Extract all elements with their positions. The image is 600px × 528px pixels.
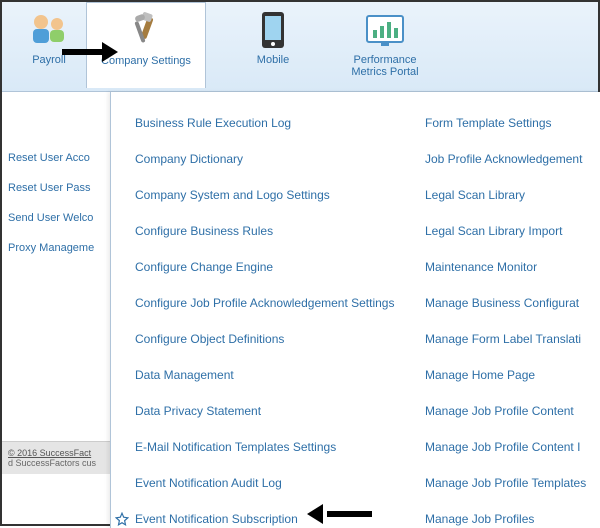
menu-business-rule-execution-log[interactable]: Business Rule Execution Log — [135, 116, 421, 130]
sidebar-link-reset-account[interactable]: Reset User Acco — [8, 152, 112, 164]
mobile-icon — [249, 10, 297, 50]
toolbar-label: Payroll — [32, 54, 66, 66]
menu-column-left: Business Rule Execution Log Company Dict… — [111, 116, 421, 528]
sidebar: Reset User Acco Reset User Pass Send Use… — [2, 97, 112, 272]
footer: © 2016 SuccessFact d SuccessFactors cus — [2, 441, 112, 474]
menu-company-system-logo-settings[interactable]: Company System and Logo Settings — [135, 188, 421, 202]
menu-configure-change-engine[interactable]: Configure Change Engine — [135, 260, 421, 274]
menu-event-notification-subscription[interactable]: Event Notification Subscription — [135, 512, 421, 526]
footer-copyright: © 2016 SuccessFact — [8, 448, 91, 458]
menu-manage-job-profile-content-i[interactable]: Manage Job Profile Content I — [425, 440, 600, 454]
menu-event-notification-audit-log[interactable]: Event Notification Audit Log — [135, 476, 421, 490]
toolbar-label: Mobile — [257, 54, 289, 66]
menu-company-dictionary[interactable]: Company Dictionary — [135, 152, 421, 166]
menu-manage-home-page[interactable]: Manage Home Page — [425, 368, 600, 382]
menu-manage-business-configuration[interactable]: Manage Business Configurat — [425, 296, 600, 310]
sidebar-link-reset-password[interactable]: Reset User Pass — [8, 182, 112, 194]
sidebar-link-send-welcome[interactable]: Send User Welco — [8, 212, 112, 224]
footer-line2: d SuccessFactors cus — [8, 458, 96, 468]
star-icon — [115, 512, 129, 526]
menu-manage-job-profile-content[interactable]: Manage Job Profile Content — [425, 404, 600, 418]
toolbar-mobile[interactable]: Mobile — [238, 2, 308, 88]
menu-legal-scan-library-import[interactable]: Legal Scan Library Import — [425, 224, 600, 238]
menu-data-management[interactable]: Data Management — [135, 368, 421, 382]
tools-icon — [122, 11, 170, 51]
menu-manage-form-label-translations[interactable]: Manage Form Label Translati — [425, 332, 600, 346]
menu-manage-job-profile-templates[interactable]: Manage Job Profile Templates — [425, 476, 600, 490]
menu-maintenance-monitor[interactable]: Maintenance Monitor — [425, 260, 600, 274]
menu-configure-business-rules[interactable]: Configure Business Rules — [135, 224, 421, 238]
menu-manage-job-profiles[interactable]: Manage Job Profiles — [425, 512, 600, 526]
toolbar-performance-metrics[interactable]: Performance Metrics Portal — [340, 2, 430, 88]
arrow-left-icon — [302, 506, 372, 524]
menu-configure-object-definitions[interactable]: Configure Object Definitions — [135, 332, 421, 346]
menu-form-template-settings[interactable]: Form Template Settings — [425, 116, 600, 130]
sidebar-link-proxy-management[interactable]: Proxy Manageme — [8, 242, 112, 254]
company-settings-dropdown: Business Rule Execution Log Company Dict… — [110, 92, 600, 528]
menu-job-profile-acknowledgement[interactable]: Job Profile Acknowledgement — [425, 152, 600, 166]
menu-email-notification-templates[interactable]: E-Mail Notification Templates Settings — [135, 440, 421, 454]
menu-legal-scan-library[interactable]: Legal Scan Library — [425, 188, 600, 202]
menu-column-right: Form Template Settings Job Profile Ackno… — [421, 116, 600, 528]
arrow-right-icon — [62, 44, 122, 60]
chart-icon — [361, 10, 409, 50]
menu-data-privacy-statement[interactable]: Data Privacy Statement — [135, 404, 421, 418]
menu-configure-job-profile-ack-settings[interactable]: Configure Job Profile Acknowledgement Se… — [135, 296, 421, 310]
toolbar-label: Performance Metrics Portal — [351, 54, 418, 78]
